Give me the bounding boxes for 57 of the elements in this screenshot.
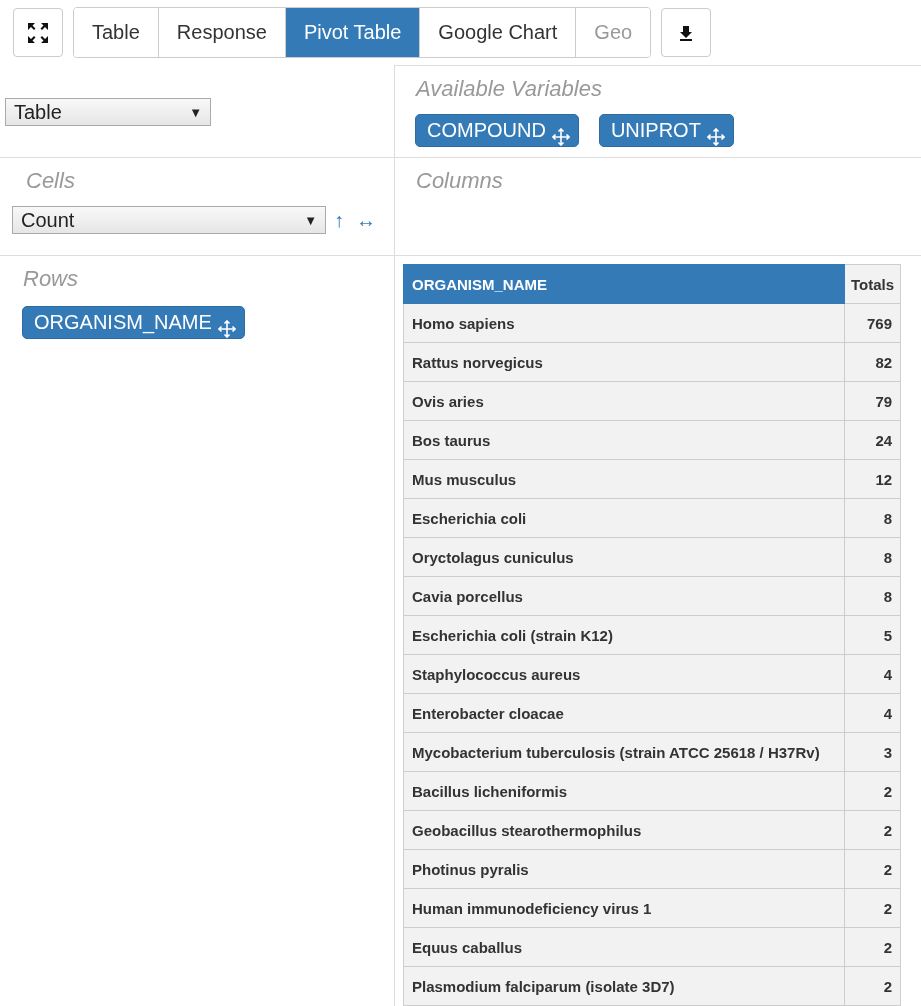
table-cell: 2 (844, 927, 901, 967)
move-icon (551, 128, 570, 146)
row-header: Bacillus licheniformis (403, 771, 845, 811)
row-header: Oryctolagus cuniculus (403, 537, 845, 577)
table-cell: 2 (844, 810, 901, 850)
section-label: Columns (415, 168, 504, 194)
table-cell: 2 (844, 849, 901, 889)
row-header: Rattus norvegicus (403, 342, 845, 382)
table-cell: 4 (844, 654, 901, 694)
renderer-select[interactable]: Table ▼ (5, 98, 211, 126)
row-header: Equus caballus (403, 927, 845, 967)
expand-icon (26, 20, 50, 45)
variable-chip[interactable]: COMPOUND (415, 114, 579, 147)
variable-chip[interactable]: UNIPROT (598, 114, 734, 147)
row-header: Geobacillus stearothermophilus (403, 810, 845, 850)
row-header: Plasmodium falciparum (isolate 3D7) (403, 966, 845, 1006)
row-header: Mus musculus (403, 459, 845, 499)
row-header: Escherichia coli (strain K12) (403, 615, 845, 655)
table-cell: 2 (844, 888, 901, 928)
column-order-toggle[interactable]: ↔ (352, 208, 380, 232)
view-tab[interactable]: Pivot Table (284, 8, 420, 57)
variable-chip[interactable]: ORGANISM_NAME (22, 306, 245, 339)
row-header: Homo sapiens (403, 303, 845, 343)
aggregator-select[interactable]: Count ▼ (12, 206, 326, 234)
row-header: Human immunodeficiency virus 1 (403, 888, 845, 928)
table-cell: 8 (844, 537, 901, 577)
table-cell: 8 (844, 498, 901, 538)
table-cell: 5 (844, 615, 901, 655)
row-header: Mycobacterium tuberculosis (strain ATCC 25618 / H37Rv) (403, 732, 845, 772)
row-header: Ovis aries (403, 381, 845, 421)
section-label: Cells (25, 168, 76, 194)
row-header: Staphylococcus aureus (403, 654, 845, 694)
download-button[interactable] (661, 8, 712, 57)
fullscreen-button[interactable] (13, 8, 63, 57)
row-header: Photinus pyralis (403, 849, 845, 889)
table-cell: 4 (844, 693, 901, 733)
download-icon (678, 24, 695, 41)
row-header: Cavia porcellus (403, 576, 845, 616)
row-order-toggle[interactable]: ↑ (330, 208, 348, 232)
table-cell: 79 (844, 381, 901, 421)
column-header: ORGANISM_NAME (403, 264, 845, 304)
table-cell: 3 (844, 732, 901, 772)
table-cell: 2 (844, 771, 901, 811)
move-icon (706, 128, 725, 146)
row-header: Escherichia coli (403, 498, 845, 538)
table-cell: 82 (844, 342, 901, 382)
table-cell: 8 (844, 576, 901, 616)
move-icon (217, 320, 236, 338)
row-header: Enterobacter cloacae (403, 693, 845, 733)
section-label: Rows (22, 266, 79, 292)
section-label: Available Variables (415, 76, 603, 102)
table-cell: 769 (844, 303, 901, 343)
table-cell: 12 (844, 459, 901, 499)
table-cell: 24 (844, 420, 901, 460)
table-cell: 2 (844, 966, 901, 1006)
column-header: Totals (844, 264, 901, 304)
row-header: Bos taurus (403, 420, 845, 460)
